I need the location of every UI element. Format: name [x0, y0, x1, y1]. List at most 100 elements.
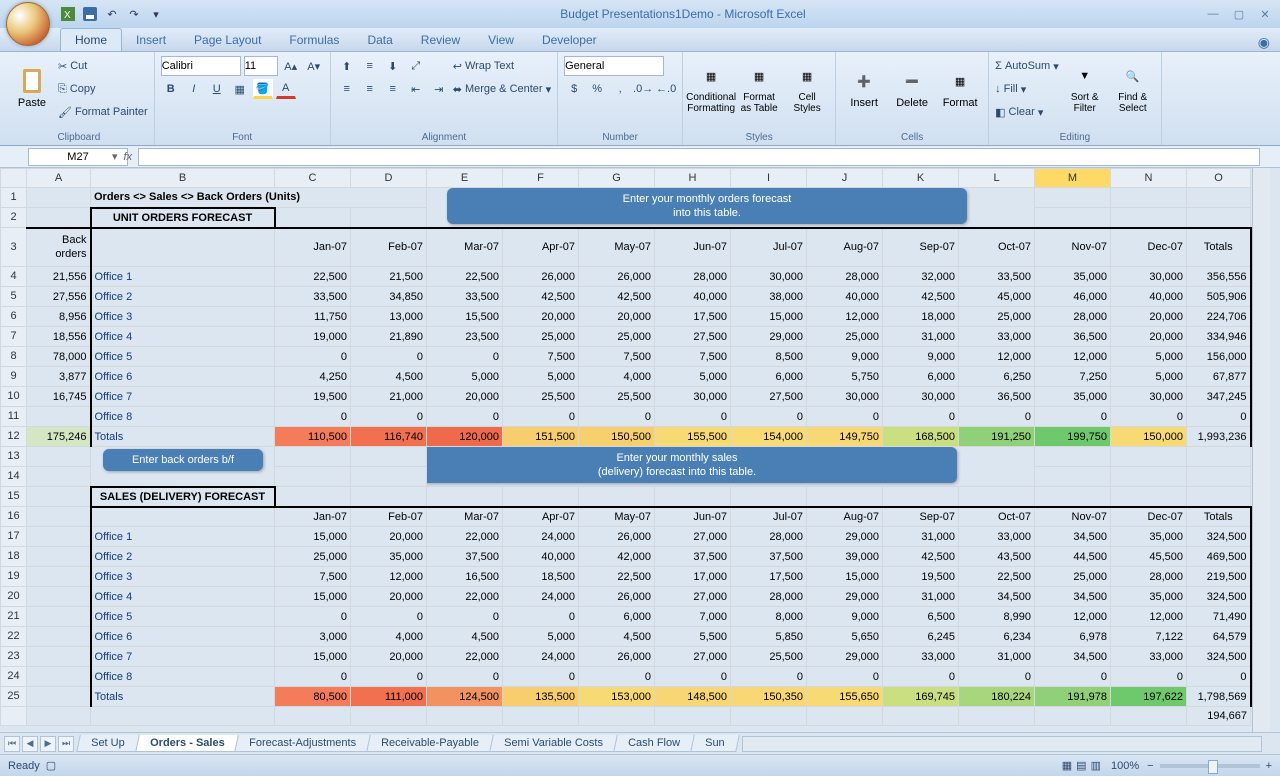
data-cell[interactable]: 33,000	[883, 647, 959, 667]
data-cell[interactable]: 34,500	[1035, 647, 1111, 667]
row-total[interactable]: 219,500	[1187, 567, 1251, 587]
data-cell[interactable]: 32,000	[883, 267, 959, 287]
row-header[interactable]: 4	[1, 267, 27, 287]
data-cell[interactable]: 21,500	[351, 267, 427, 287]
data-cell[interactable]: 42,500	[579, 287, 655, 307]
data-cell[interactable]: 42,500	[883, 287, 959, 307]
data-cell[interactable]: 22,000	[427, 647, 503, 667]
data-cell[interactable]: 38,000	[731, 287, 807, 307]
col-header[interactable]: F	[503, 169, 579, 188]
data-cell[interactable]: 16,500	[427, 567, 503, 587]
data-cell[interactable]: 42,500	[503, 287, 579, 307]
col-header[interactable]: H	[655, 169, 731, 188]
horizontal-scrollbar[interactable]	[742, 736, 1262, 752]
zoom-out-icon[interactable]: −	[1147, 760, 1153, 772]
view-layout-icon[interactable]: ▤	[1076, 759, 1086, 772]
align-center-icon[interactable]: ≡	[360, 79, 380, 99]
row-header[interactable]: 11	[1, 407, 27, 427]
data-cell[interactable]: 7,500	[275, 567, 351, 587]
indent-dec-icon[interactable]: ⇤	[406, 79, 426, 99]
border-button[interactable]: ▦	[230, 79, 250, 99]
tab-nav-first-icon[interactable]: ⏮	[4, 736, 20, 752]
spreadsheet-grid[interactable]: A B C D E F G H I J K L M N O 1 Orders <…	[0, 168, 1252, 726]
data-cell[interactable]: 3,000	[275, 627, 351, 647]
data-cell[interactable]: 37,500	[427, 547, 503, 567]
data-cell[interactable]: 5,750	[807, 367, 883, 387]
data-cell[interactable]: 35,000	[1111, 527, 1187, 547]
office-label[interactable]: Office 7	[91, 647, 275, 667]
tab-nav-next-icon[interactable]: ▶	[40, 736, 56, 752]
row-header[interactable]: 15	[1, 487, 27, 507]
data-cell[interactable]: 43,500	[959, 547, 1035, 567]
data-cell[interactable]: 25,000	[579, 327, 655, 347]
row-header[interactable]: 16	[1, 507, 27, 527]
sort-filter-button[interactable]: ▼Sort & Filter	[1063, 55, 1107, 121]
data-cell[interactable]: 5,000	[1111, 347, 1187, 367]
row-header[interactable]: 22	[1, 627, 27, 647]
qat-undo-icon[interactable]: ↶	[104, 6, 120, 22]
row-header[interactable]: 10	[1, 387, 27, 407]
tab-nav-last-icon[interactable]: ⏭	[58, 736, 74, 752]
data-cell[interactable]: 0	[1035, 667, 1111, 687]
format-cell-button[interactable]: ▦Format	[938, 55, 982, 121]
fill-button[interactable]: ↓Fill ▾	[995, 78, 1059, 100]
row-header[interactable]: 5	[1, 287, 27, 307]
data-cell[interactable]: 0	[275, 607, 351, 627]
row-total[interactable]: 0	[1187, 407, 1251, 427]
col-header[interactable]: L	[959, 169, 1035, 188]
col-header[interactable]: E	[427, 169, 503, 188]
office-label[interactable]: Office 5	[91, 347, 275, 367]
data-cell[interactable]: 0	[1111, 407, 1187, 427]
col-header[interactable]: A	[27, 169, 91, 188]
tab-review[interactable]: Review	[407, 29, 474, 51]
row-total[interactable]: 356,556	[1187, 267, 1251, 287]
number-format-select[interactable]	[564, 56, 664, 76]
data-cell[interactable]: 0	[427, 347, 503, 367]
data-cell[interactable]: 0	[807, 667, 883, 687]
data-cell[interactable]: 31,000	[883, 327, 959, 347]
data-cell[interactable]: 20,000	[1111, 327, 1187, 347]
data-cell[interactable]: 6,500	[883, 607, 959, 627]
data-cell[interactable]: 28,000	[807, 267, 883, 287]
data-cell[interactable]: 0	[275, 347, 351, 367]
data-cell[interactable]: 8,500	[731, 347, 807, 367]
inc-decimal-icon[interactable]: .0→	[633, 79, 653, 99]
format-as-table-button[interactable]: ▦Format as Table	[737, 55, 781, 121]
data-cell[interactable]: 18,500	[503, 567, 579, 587]
row-header[interactable]: 2	[1, 208, 27, 228]
col-header[interactable]: O	[1187, 169, 1251, 188]
data-cell[interactable]: 25,000	[807, 327, 883, 347]
row-total[interactable]: 347,245	[1187, 387, 1251, 407]
data-cell[interactable]: 6,234	[959, 627, 1035, 647]
col-header[interactable]: D	[351, 169, 427, 188]
office-label[interactable]: Office 2	[91, 547, 275, 567]
tab-data[interactable]: Data	[353, 29, 406, 51]
qat-save-icon[interactable]	[82, 6, 98, 22]
data-cell[interactable]: 31,000	[883, 527, 959, 547]
data-cell[interactable]: 0	[883, 667, 959, 687]
insert-cell-button[interactable]: ➕Insert	[842, 55, 886, 121]
data-cell[interactable]: 12,000	[807, 307, 883, 327]
fx-icon[interactable]: fx	[124, 151, 133, 163]
tab-nav-prev-icon[interactable]: ◀	[22, 736, 38, 752]
tab-insert[interactable]: Insert	[122, 29, 180, 51]
office-label[interactable]: Office 7	[91, 387, 275, 407]
conditional-formatting-button[interactable]: ▦Conditional Formatting	[689, 55, 733, 121]
data-cell[interactable]: 9,000	[807, 607, 883, 627]
data-cell[interactable]: 22,000	[427, 587, 503, 607]
data-cell[interactable]: 0	[427, 407, 503, 427]
macro-record-icon[interactable]: ▢	[46, 759, 56, 772]
office-label[interactable]: Office 2	[91, 287, 275, 307]
data-cell[interactable]: 6,978	[1035, 627, 1111, 647]
data-cell[interactable]: 5,000	[1111, 367, 1187, 387]
data-cell[interactable]: 4,250	[275, 367, 351, 387]
data-cell[interactable]: 31,000	[883, 587, 959, 607]
office-label[interactable]: Office 6	[91, 627, 275, 647]
row-total[interactable]: 505,906	[1187, 287, 1251, 307]
office-label[interactable]: Office 4	[91, 327, 275, 347]
data-cell[interactable]: 35,000	[1035, 267, 1111, 287]
row-header[interactable]: 6	[1, 307, 27, 327]
view-normal-icon[interactable]: ▦	[1062, 759, 1072, 772]
sheet-tab[interactable]: Set Up	[76, 735, 139, 752]
data-cell[interactable]: 34,500	[1035, 587, 1111, 607]
